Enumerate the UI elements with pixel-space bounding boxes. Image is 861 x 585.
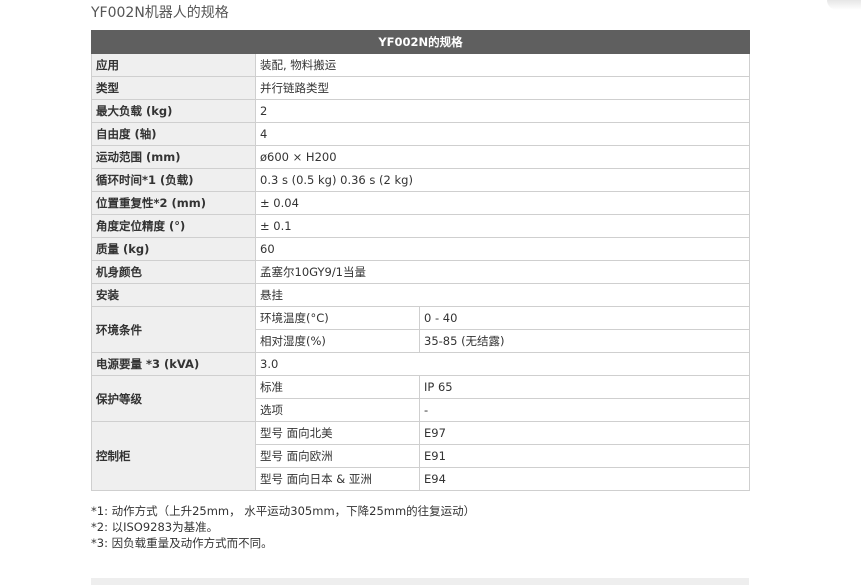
table-row: 位置重复性*2 (mm) ± 0.04 <box>91 191 751 215</box>
table-row: 运动范围 (mm) ø600 × H200 <box>91 145 751 169</box>
page-title: YF002N机器人的规格 <box>91 5 229 21</box>
row-label-cycle-time: 循环时间*1 (负载) <box>91 168 256 192</box>
sub-label-temperature: 环境温度(°C) <box>255 306 420 330</box>
sub-value-controller-na: E97 <box>418 421 751 445</box>
table-row: 机身颜色 孟塞尔10GY9/1当量 <box>91 260 751 284</box>
table-row: 循环时间*1 (负载) 0.3 s (0.5 kg) 0.36 s (2 kg) <box>91 168 751 192</box>
row-value-repeatability: ± 0.04 <box>254 191 751 215</box>
row-value-mass: 60 <box>254 237 751 261</box>
table-row: 质量 (kg) 60 <box>91 237 751 261</box>
row-value-angle-accuracy: ± 0.1 <box>254 214 751 238</box>
row-label-protection: 保护等级 <box>91 375 256 422</box>
spec-table: YF002N的规格 应用 装配, 物料搬运 类型 并行链路类型 最大负载 (kg… <box>90 30 751 491</box>
table-row: 类型 并行链路类型 <box>91 76 751 100</box>
sub-label-humidity: 相对湿度(%) <box>255 329 420 353</box>
row-value-cycle-time: 0.3 s (0.5 kg) 0.36 s (2 kg) <box>254 168 751 192</box>
table-row: 电源要量 *3 (kVA) 3.0 <box>91 352 751 376</box>
sub-value-standard: IP 65 <box>418 375 751 399</box>
sub-value-option: - <box>418 398 751 422</box>
sub-label-controller-na: 型号 面向北美 <box>255 421 420 445</box>
row-label-controller: 控制柜 <box>91 421 256 491</box>
row-label-application: 应用 <box>91 53 256 77</box>
footnote-3: *3: 因负载重量及动作方式而不同。 <box>91 536 273 550</box>
row-value-dof: 4 <box>254 122 751 146</box>
table-row: 最大负载 (kg) 2 <box>91 99 751 123</box>
row-label-type: 类型 <box>91 76 256 100</box>
sub-label-standard: 标准 <box>255 375 420 399</box>
bottom-divider <box>91 578 749 585</box>
table-row: 应用 装配, 物料搬运 <box>91 53 751 77</box>
sub-value-temperature: 0 - 40 <box>418 306 751 330</box>
row-label-dof: 自由度 (轴) <box>91 122 256 146</box>
sub-value-controller-jp: E94 <box>418 467 751 491</box>
row-label-repeatability: 位置重复性*2 (mm) <box>91 191 256 215</box>
row-value-application: 装配, 物料搬运 <box>254 53 751 77</box>
row-label-power: 电源要量 *3 (kVA) <box>91 352 256 376</box>
sub-label-controller-jp: 型号 面向日本 & 亚洲 <box>255 467 420 491</box>
table-row: 保护等级 标准 IP 65 <box>91 375 751 422</box>
footnote-2: *2: 以ISO9283为基准。 <box>91 520 219 534</box>
table-row: 安装 悬挂 <box>91 283 751 307</box>
footnote-1: *1: 动作方式（上升25mm， 水平运动305mm，下降25mm的往复运动） <box>91 504 476 518</box>
row-label-installation: 安装 <box>91 283 256 307</box>
row-label-mass: 质量 (kg) <box>91 237 256 261</box>
sub-value-controller-eu: E91 <box>418 444 751 468</box>
row-value-max-payload: 2 <box>254 99 751 123</box>
sub-label-controller-eu: 型号 面向欧洲 <box>255 444 420 468</box>
spec-table-header-row: YF002N的规格 <box>90 30 751 54</box>
sub-label-option: 选项 <box>255 398 420 422</box>
row-value-body-color: 孟塞尔10GY9/1当量 <box>254 260 751 284</box>
table-row: 控制柜 型号 面向北美 E97 <box>91 421 751 491</box>
row-label-environment: 环境条件 <box>91 306 256 353</box>
row-label-angle-accuracy: 角度定位精度 (°) <box>91 214 256 238</box>
row-value-type: 并行链路类型 <box>254 76 751 100</box>
row-value-motion-range: ø600 × H200 <box>254 145 751 169</box>
table-row: 自由度 (轴) 4 <box>91 122 751 146</box>
row-value-power: 3.0 <box>254 352 751 376</box>
row-label-body-color: 机身颜色 <box>91 260 256 284</box>
footnotes: *1: 动作方式（上升25mm， 水平运动305mm，下降25mm的往复运动） … <box>91 503 475 551</box>
row-label-motion-range: 运动范围 (mm) <box>91 145 256 169</box>
row-label-max-payload: 最大负载 (kg) <box>91 99 256 123</box>
sub-value-humidity: 35-85 (无结露) <box>418 329 751 353</box>
table-row: 角度定位精度 (°) ± 0.1 <box>91 214 751 238</box>
corner-shadow <box>827 0 861 10</box>
spec-table-header: YF002N的规格 <box>90 30 751 54</box>
table-row: 环境条件 环境温度(°C) 0 - 40 <box>91 306 751 353</box>
row-value-installation: 悬挂 <box>254 283 751 307</box>
